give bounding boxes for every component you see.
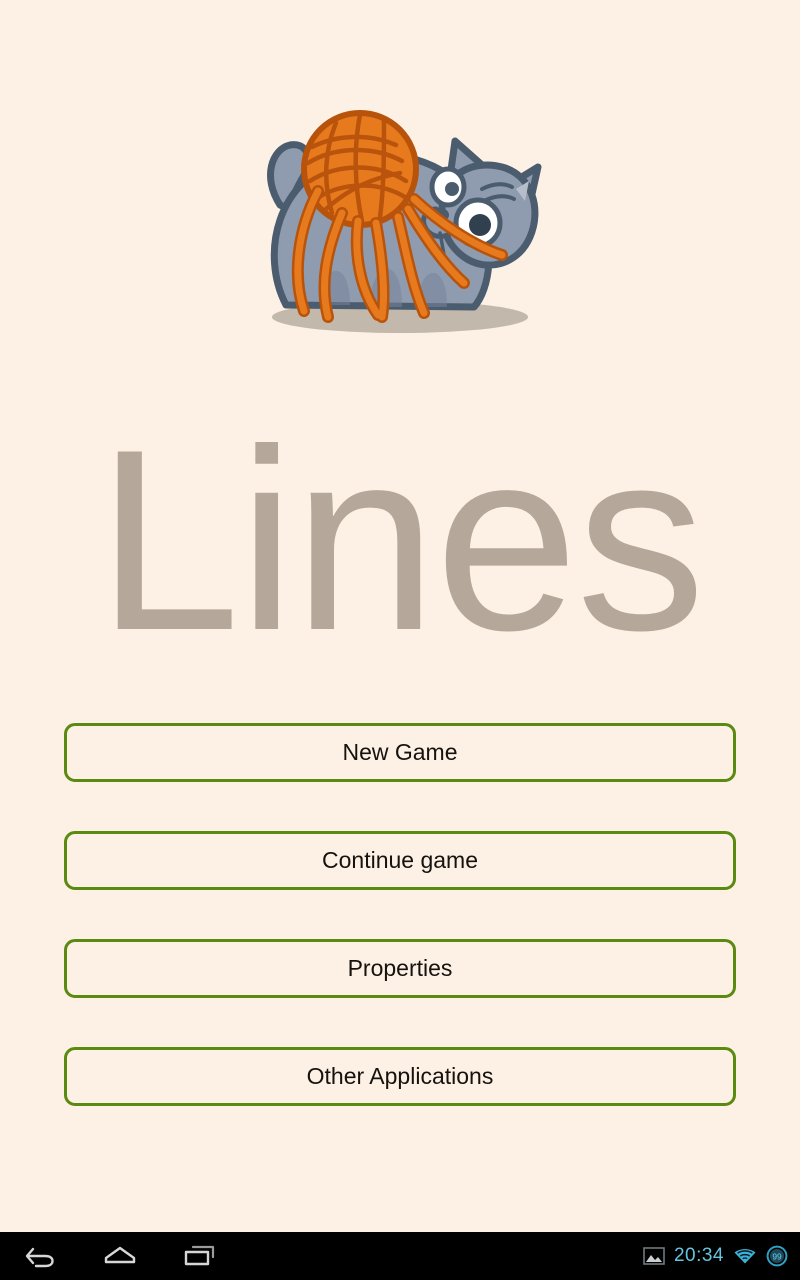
back-arrow-icon — [25, 1247, 54, 1268]
cat-with-yarn-ball-icon — [267, 110, 542, 333]
properties-button-label: Properties — [347, 955, 453, 981]
other-applications-button-label: Other Applications — [306, 1063, 494, 1089]
status-tray: 20:34 99 — [643, 1232, 800, 1280]
screenshot-icon[interactable] — [643, 1247, 665, 1265]
app-logo — [0, 100, 800, 350]
other-applications-button[interactable]: Other Applications — [64, 1047, 736, 1106]
status-clock: 20:34 — [673, 1245, 724, 1266]
wifi-icon[interactable] — [733, 1247, 757, 1266]
battery-level-label: 99 — [772, 1252, 782, 1262]
lines-app-screen: Lines New Game Continue game Properties … — [0, 0, 800, 1232]
new-game-button[interactable]: New Game — [64, 723, 736, 782]
nav-home-button[interactable] — [80, 1232, 160, 1280]
main-menu: New Game Continue game Properties Other … — [64, 723, 736, 1106]
nav-back-button[interactable] — [0, 1232, 80, 1280]
new-game-button-label: New Game — [342, 739, 458, 765]
navbar-spacer — [240, 1232, 643, 1280]
continue-game-button[interactable]: Continue game — [64, 831, 736, 890]
home-icon — [104, 1246, 136, 1264]
nav-recents-button[interactable] — [160, 1232, 240, 1280]
recent-apps-icon — [184, 1245, 215, 1266]
battery-status-icon[interactable]: 99 — [766, 1245, 788, 1267]
app-title: Lines — [96, 395, 706, 684]
properties-button[interactable]: Properties — [64, 939, 736, 998]
continue-game-button-label: Continue game — [322, 847, 478, 873]
android-navigation-bar: 20:34 99 — [0, 1232, 800, 1280]
